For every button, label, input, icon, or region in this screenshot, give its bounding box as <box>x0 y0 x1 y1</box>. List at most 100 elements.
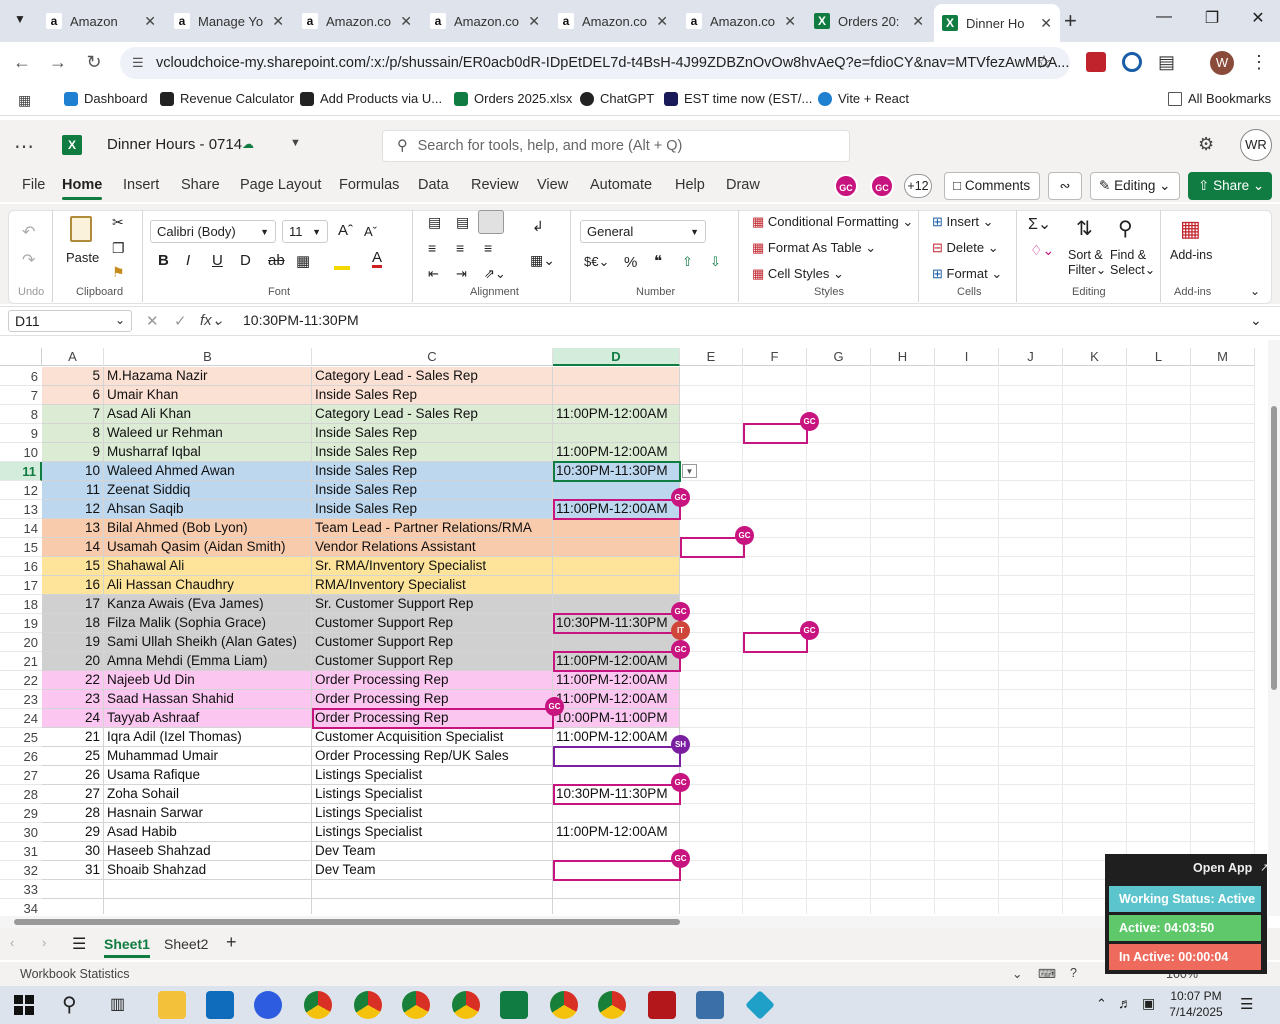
cell-k[interactable] <box>1063 443 1127 462</box>
row-header[interactable]: 18 <box>0 595 42 614</box>
back-icon[interactable]: ← <box>10 52 34 73</box>
cell-h[interactable] <box>871 500 935 519</box>
bold-icon[interactable]: B <box>158 252 169 269</box>
cell-k[interactable] <box>1063 728 1127 747</box>
close-tab-icon[interactable]: ✕ <box>400 13 412 30</box>
cell-k[interactable] <box>1063 481 1127 500</box>
cell-c[interactable]: Order Processing Rep/UK Sales <box>312 747 553 766</box>
cell-j[interactable] <box>999 899 1063 914</box>
cell-b[interactable] <box>104 880 312 899</box>
cell-b[interactable]: Musharraf Iqbal <box>104 443 312 462</box>
cell-m[interactable] <box>1191 538 1255 557</box>
cell-e[interactable] <box>680 443 743 462</box>
cell-l[interactable] <box>1127 557 1191 576</box>
row-header[interactable]: 11 <box>0 462 42 481</box>
cell-b[interactable]: Asad Ali Khan <box>104 405 312 424</box>
close-tab-icon[interactable]: ✕ <box>528 13 540 30</box>
cell-a[interactable]: 15 <box>42 557 104 576</box>
cell-b[interactable]: Sami Ullah Sheikh (Alan Gates) <box>104 633 312 652</box>
cell-h[interactable] <box>871 538 935 557</box>
cell-g[interactable] <box>807 462 871 481</box>
cell-b[interactable]: Zeenat Siddiq <box>104 481 312 500</box>
cell-h[interactable] <box>871 424 935 443</box>
cell-b[interactable]: Saad Hassan Shahid <box>104 690 312 709</box>
cell-l[interactable] <box>1127 747 1191 766</box>
row-header[interactable]: 23 <box>0 690 42 709</box>
expand-formula-bar-icon[interactable]: ⌄ <box>1250 312 1262 329</box>
cell-d[interactable]: 11:00PM-12:00AM <box>553 671 680 690</box>
cell-m[interactable] <box>1191 671 1255 690</box>
cell-l[interactable] <box>1127 690 1191 709</box>
close-tab-icon[interactable]: ✕ <box>272 13 284 30</box>
apps-grid-icon[interactable]: ▦ <box>18 92 31 109</box>
cell-g[interactable] <box>807 766 871 785</box>
cell-m[interactable] <box>1191 804 1255 823</box>
align-middle-icon[interactable]: ▤ <box>456 214 469 231</box>
decrease-font-icon[interactable]: Aˇ <box>364 224 377 239</box>
cell-i[interactable] <box>935 899 999 914</box>
tab-search-icon[interactable]: ▼ <box>10 12 30 30</box>
cell-l[interactable] <box>1127 614 1191 633</box>
cell-h[interactable] <box>871 766 935 785</box>
cell-c[interactable]: Order Processing Rep <box>312 690 553 709</box>
cell-g[interactable] <box>807 899 871 914</box>
cell-d[interactable]: 11:00PM-12:00AM <box>553 690 680 709</box>
cell-e[interactable] <box>680 500 743 519</box>
vertical-scrollbar[interactable] <box>1268 340 1280 916</box>
italic-icon[interactable]: I <box>186 252 190 269</box>
cell-i[interactable] <box>935 614 999 633</box>
cell-b[interactable]: Filza Malik (Sophia Grace) <box>104 614 312 633</box>
cell-e[interactable] <box>680 652 743 671</box>
taskbar-clock[interactable]: 10:07 PM 7/14/2025 <box>1168 988 1224 1020</box>
workbook-statistics[interactable]: Workbook Statistics <box>20 967 130 981</box>
cell-f[interactable] <box>743 899 807 914</box>
cell-f[interactable] <box>743 861 807 880</box>
cut-icon[interactable]: ✂ <box>112 214 124 231</box>
font-color-icon[interactable]: A <box>372 250 383 268</box>
cell-i[interactable] <box>935 804 999 823</box>
collaborator-avatar[interactable]: GC <box>870 174 894 198</box>
cell-d[interactable] <box>553 899 680 914</box>
cell-m[interactable] <box>1191 690 1255 709</box>
cell-l[interactable] <box>1127 405 1191 424</box>
close-tab-icon[interactable]: ✕ <box>784 13 796 30</box>
bookmark-dashboard[interactable]: Dashboard <box>64 91 148 106</box>
cell-e[interactable] <box>680 880 743 899</box>
cell-f[interactable] <box>743 405 807 424</box>
cell-e[interactable] <box>680 519 743 538</box>
column-header-g[interactable]: G <box>807 348 871 366</box>
cell-g[interactable] <box>807 823 871 842</box>
cell-j[interactable] <box>999 880 1063 899</box>
cell-d[interactable] <box>553 557 680 576</box>
cell-c[interactable]: Sr. RMA/Inventory Specialist <box>312 557 553 576</box>
format-cells-button[interactable]: ⊞ Format ⌄ <box>932 266 1002 282</box>
cell-a[interactable]: 8 <box>42 424 104 443</box>
cell-j[interactable] <box>999 690 1063 709</box>
cell-k[interactable] <box>1063 424 1127 443</box>
cell-l[interactable] <box>1127 519 1191 538</box>
cell-m[interactable] <box>1191 785 1255 804</box>
cell-j[interactable] <box>999 652 1063 671</box>
cell-k[interactable] <box>1063 557 1127 576</box>
tab-view[interactable]: View <box>537 177 568 193</box>
cell-a[interactable]: 14 <box>42 538 104 557</box>
cell-d[interactable]: 11:00PM-12:00AM <box>553 405 680 424</box>
cell-i[interactable] <box>935 785 999 804</box>
cell-c[interactable]: Listings Specialist <box>312 766 553 785</box>
cell-f[interactable] <box>743 500 807 519</box>
cell-d[interactable] <box>553 386 680 405</box>
cell-m[interactable] <box>1191 519 1255 538</box>
cell-j[interactable] <box>999 633 1063 652</box>
cell-d[interactable] <box>553 538 680 557</box>
cell-d[interactable] <box>553 481 680 500</box>
cell-g[interactable] <box>807 443 871 462</box>
cell-h[interactable] <box>871 633 935 652</box>
tray-chevron-icon[interactable]: ⌃ <box>1096 996 1107 1012</box>
row-header[interactable]: 13 <box>0 500 42 519</box>
cell-e[interactable] <box>680 823 743 842</box>
editing-mode-button[interactable]: ✎ Editing ⌄ <box>1090 172 1180 200</box>
cell-h[interactable] <box>871 785 935 804</box>
cell-a[interactable]: 27 <box>42 785 104 804</box>
close-tab-icon[interactable]: ✕ <box>656 13 668 30</box>
cell-i[interactable] <box>935 595 999 614</box>
